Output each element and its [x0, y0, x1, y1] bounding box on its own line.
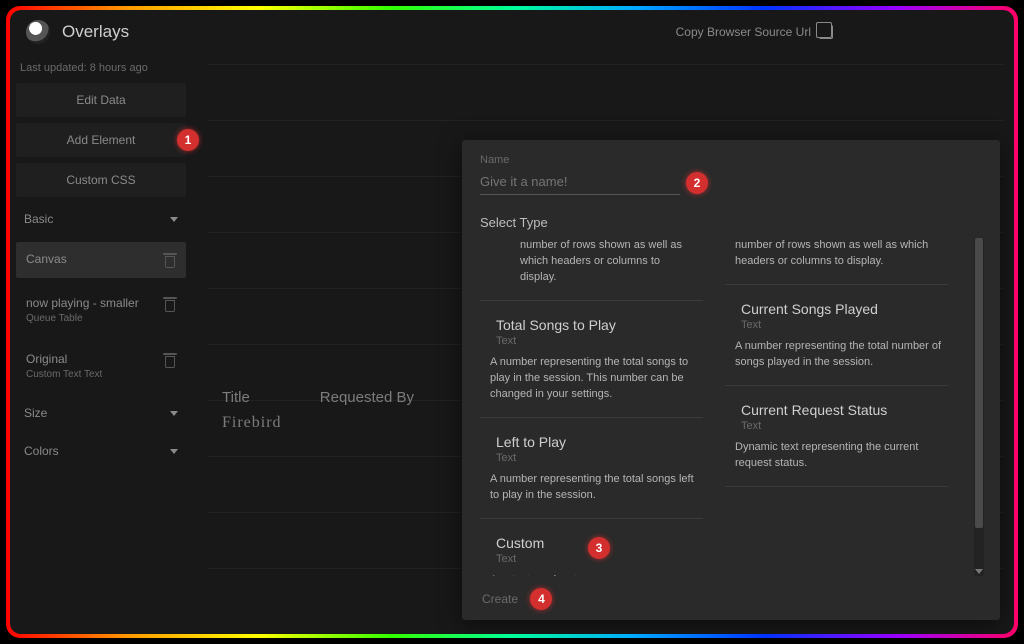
type-sub: Text: [496, 553, 697, 565]
last-updated-label: Last updated: 8 hours ago: [10, 54, 192, 80]
type-card-left-to-play[interactable]: Left to Play Text A number representing …: [480, 418, 703, 519]
chevron-down-icon: [170, 217, 178, 222]
type-desc: number of rows shown as well as which he…: [735, 238, 942, 270]
type-card-current-played[interactable]: Current Songs Played Text A number repre…: [725, 285, 948, 386]
trash-icon[interactable]: [164, 254, 176, 268]
layer-canvas[interactable]: Canvas: [16, 242, 186, 278]
section-basic-label: Basic: [24, 212, 53, 226]
page-title: Overlays: [62, 22, 129, 42]
type-card-total-songs[interactable]: Total Songs to Play Text A number repres…: [480, 301, 703, 418]
sidebar: Last updated: 8 hours ago Edit Data Add …: [10, 54, 198, 634]
layer-original[interactable]: Original Custom Text Text: [16, 342, 186, 390]
type-title: Total Songs to Play: [496, 317, 697, 333]
queue-col-requested-by: Requested By: [320, 389, 414, 406]
type-sub: Text: [741, 420, 942, 432]
type-card-request-status[interactable]: Current Request Status Text Dynamic text…: [725, 386, 948, 487]
app-header: Overlays Copy Browser Source Url: [10, 10, 1014, 54]
app-logo-icon: [26, 20, 50, 44]
type-scrollbar[interactable]: [974, 238, 984, 576]
custom-css-button[interactable]: Custom CSS: [16, 163, 186, 197]
type-card-partial-right[interactable]: number of rows shown as well as which he…: [725, 238, 948, 285]
scroll-down-icon: [975, 569, 983, 574]
trash-icon[interactable]: [164, 298, 176, 312]
layer-label: Original: [26, 352, 102, 366]
type-sub: Text: [741, 319, 942, 331]
add-element-modal: Name 2 Select Type number of rows shown …: [462, 140, 1000, 620]
chevron-down-icon: [170, 411, 178, 416]
edit-data-button[interactable]: Edit Data: [16, 83, 186, 117]
chevron-down-icon: [170, 449, 178, 454]
callout-2: 2: [686, 172, 708, 194]
app-window: Overlays Copy Browser Source Url Last up…: [10, 10, 1014, 634]
type-desc: A number representing the total songs le…: [490, 472, 697, 504]
type-card-custom[interactable]: Custom Text Any text you input 3: [480, 519, 703, 576]
type-sub: Text: [496, 335, 697, 347]
type-title: Left to Play: [496, 434, 697, 450]
type-title: Current Request Status: [741, 402, 942, 418]
type-desc: number of rows shown as well as which he…: [520, 238, 697, 286]
type-title: Custom: [496, 535, 697, 551]
section-colors[interactable]: Colors: [10, 432, 192, 470]
queue-col-title: Title: [222, 389, 250, 406]
layer-now-playing[interactable]: now playing - smaller Queue Table: [16, 286, 186, 334]
trash-icon[interactable]: [164, 354, 176, 368]
callout-4: 4: [530, 588, 552, 610]
copy-icon: [819, 25, 833, 39]
layer-sublabel: Custom Text Text: [26, 369, 102, 380]
name-field-label: Name: [480, 154, 984, 166]
type-sub: Text: [496, 452, 697, 464]
type-title: Current Songs Played: [741, 301, 942, 317]
type-desc: A number representing the total number o…: [735, 339, 942, 371]
type-list: number of rows shown as well as which he…: [480, 238, 984, 576]
section-colors-label: Colors: [24, 444, 59, 458]
type-desc: Dynamic text representing the current re…: [735, 440, 942, 472]
callout-1: 1: [177, 129, 199, 151]
layer-label: now playing - smaller: [26, 296, 139, 310]
section-basic[interactable]: Basic: [10, 200, 192, 238]
copy-browser-url-button[interactable]: Copy Browser Source Url: [676, 25, 833, 39]
section-size-label: Size: [24, 406, 47, 420]
type-desc: A number representing the total songs to…: [490, 355, 697, 403]
element-name-input[interactable]: [480, 170, 680, 195]
type-card-partial-left[interactable]: number of rows shown as well as which he…: [480, 238, 703, 301]
create-button[interactable]: Create: [480, 588, 520, 610]
select-type-label: Select Type: [480, 215, 984, 230]
layer-label: Canvas: [26, 252, 67, 266]
scrollbar-thumb[interactable]: [975, 238, 983, 528]
layer-sublabel: Queue Table: [26, 313, 139, 324]
add-element-button[interactable]: Add Element 1: [16, 123, 186, 157]
section-size[interactable]: Size: [10, 394, 192, 432]
copy-url-label: Copy Browser Source Url: [676, 25, 811, 39]
add-element-label: Add Element: [67, 133, 136, 147]
